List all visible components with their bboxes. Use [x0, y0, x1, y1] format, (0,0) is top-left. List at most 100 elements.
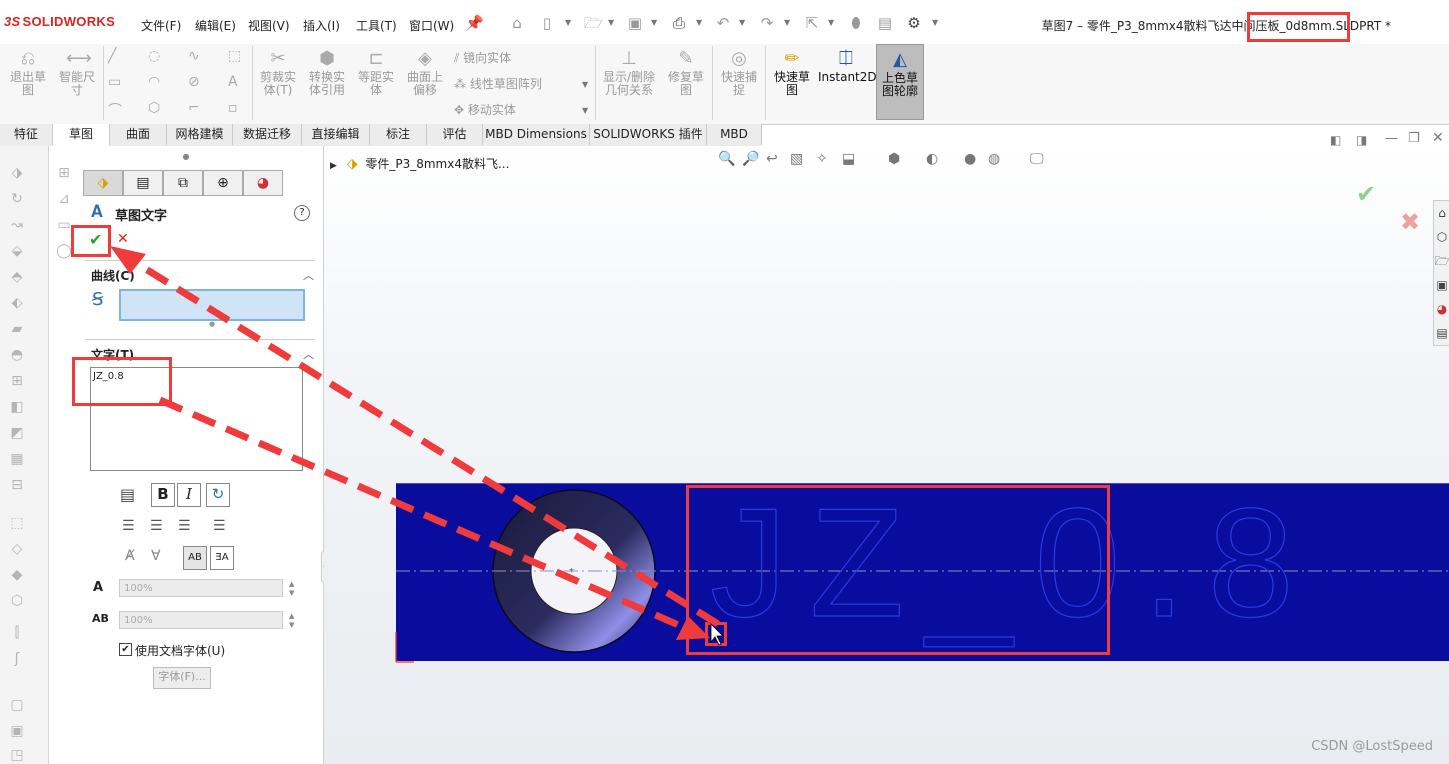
smart-dimension-button[interactable]: ⟷ 智能尺 寸 — [53, 49, 101, 97]
reference-geometry-icon[interactable]: ⬚ — [8, 514, 26, 532]
cut-revolve-icon[interactable]: ▰ — [8, 320, 26, 338]
polygon-icon[interactable]: ⬡ — [148, 100, 160, 116]
open-folder-icon[interactable]: 🗁 — [584, 14, 603, 32]
file-properties-icon[interactable]: ▤ — [876, 14, 894, 32]
justify-icon[interactable]: ☰ — [213, 518, 226, 534]
repair-sketch-button[interactable]: ✎ 修复草 图 — [663, 49, 709, 97]
new-document-icon[interactable]: ▯ — [538, 14, 556, 32]
view-orientation-icon[interactable]: ⬓ — [842, 151, 855, 167]
view-palette-icon[interactable]: ▣ — [1434, 275, 1449, 295]
extrude-icon[interactable]: ⬗ — [8, 164, 26, 182]
select-arrow-icon[interactable]: ⇱ — [803, 14, 821, 32]
line-icon[interactable]: ╱ — [108, 48, 116, 64]
tab-mesh-modeling[interactable]: 网格建模 — [167, 124, 233, 145]
tab-sketch[interactable]: 草图 — [53, 124, 110, 146]
section-view-icon[interactable]: ▧ — [790, 151, 803, 167]
close-icon[interactable]: ✕ — [1432, 130, 1444, 146]
cancel-button[interactable]: ✕ — [117, 231, 129, 247]
spline-icon[interactable]: ∿ — [188, 48, 200, 64]
spin-down-icon[interactable]: ▼ — [289, 621, 294, 629]
section-icon[interactable]: ▣ — [8, 722, 26, 740]
slot-icon[interactable]: ⬚ — [228, 48, 241, 64]
home-icon[interactable]: ⌂ — [508, 14, 526, 32]
feature-tree-flyout[interactable]: ▶ ⬗ 零件_P3_8mmx4散料飞... — [330, 155, 509, 172]
pattern-feature-icon[interactable]: ⊞ — [8, 372, 26, 390]
chevron-down-icon[interactable]: ▼ — [651, 18, 657, 27]
rib-icon[interactable]: ◧ — [8, 398, 26, 416]
mirror-entities-button[interactable]: ⫽ 镜向实体 — [454, 49, 511, 66]
plane-icon[interactable]: ◇ — [8, 540, 26, 558]
italic-button[interactable]: I — [177, 483, 201, 507]
tab-evaluate[interactable]: 评估 — [427, 124, 483, 145]
tile-left-icon[interactable]: ◧ — [1330, 133, 1341, 147]
flip-vertical-down-icon[interactable]: ∀ — [151, 548, 161, 564]
chevron-down-icon[interactable]: ▼ — [739, 18, 745, 27]
zoom-to-area-icon[interactable]: 🔎 — [742, 151, 759, 167]
tab-direct-editing[interactable]: 直接编辑 — [302, 124, 370, 145]
chamfer-icon[interactable]: ⌐ — [188, 100, 200, 116]
linear-pattern-button[interactable]: ⁂ 线性草图阵列 — [454, 75, 542, 92]
chevron-down-icon[interactable]: ▼ — [696, 18, 702, 27]
graphics-area[interactable] — [324, 146, 1449, 764]
rebuild-icon[interactable]: ⬮ — [847, 14, 865, 32]
menu-edit[interactable]: 编辑(E) — [195, 17, 236, 34]
tab-data-migration[interactable]: 数据迁移 — [233, 124, 302, 145]
gear-icon[interactable]: ⚙ — [905, 14, 923, 32]
spin-down-icon[interactable]: ▼ — [289, 589, 294, 597]
loft-icon[interactable]: ⬙ — [8, 242, 26, 260]
chevron-down-icon[interactable]: ▼ — [828, 18, 834, 27]
line-icon[interactable]: ⊿ — [55, 190, 73, 208]
resize-handle[interactable]: ● — [209, 320, 215, 328]
confirm-cancel-icon[interactable]: ✖ — [1400, 208, 1420, 236]
edit-appearance-icon[interactable]: ● — [964, 151, 976, 167]
undo-icon[interactable]: ↶ — [714, 14, 732, 32]
tab-mbd[interactable]: MBD — [707, 124, 762, 145]
draft-icon[interactable]: ◩ — [8, 424, 26, 442]
curve-selection-box[interactable] — [119, 289, 305, 321]
sweep-icon[interactable]: ↝ — [8, 216, 26, 234]
flip-vertical-icon[interactable]: Ⱥ — [125, 548, 135, 564]
tab-features[interactable]: 特征 — [0, 124, 53, 145]
menu-file[interactable]: 文件(F) — [141, 17, 181, 34]
confirm-ok-icon[interactable]: ✔ — [1356, 180, 1376, 208]
quick-snaps-button[interactable]: ◎ 快速捕 捉 — [715, 49, 763, 97]
offset-entities-button[interactable]: ⊏ 等距实 体 — [353, 49, 399, 97]
helix-icon[interactable]: ʃ — [8, 650, 26, 668]
display-delete-relations-button[interactable]: ⊥ 显示/删除 几何关系 — [598, 49, 660, 97]
use-document-font-checkbox[interactable]: ✔ — [119, 643, 132, 656]
trim-entities-button[interactable]: ✂ 剪裁实 体(T) — [255, 49, 301, 97]
rotate-button[interactable]: ↻ — [206, 483, 230, 507]
font-button[interactable]: 字体(F)... — [153, 667, 211, 689]
tab-mbd-dimensions[interactable]: MBD Dimensions — [483, 124, 590, 145]
chevron-down-icon[interactable]: ▼ — [608, 18, 614, 27]
tile-right-icon[interactable]: ◨ — [1356, 133, 1367, 147]
previous-view-icon[interactable]: ↩ — [766, 151, 778, 167]
align-right-icon[interactable]: ☰ — [178, 518, 191, 534]
wrap-icon[interactable]: ⊟ — [8, 476, 26, 494]
collapse-chevron-icon[interactable]: ︿ — [303, 267, 314, 283]
tab-markup[interactable]: 标注 — [370, 124, 427, 145]
rapid-sketch-button[interactable]: ✏ 快速草 图 — [768, 49, 816, 97]
arc-icon[interactable]: ◠ — [148, 74, 160, 90]
tab-solidworks-addins[interactable]: SOLIDWORKS 插件 — [590, 124, 707, 145]
menu-view[interactable]: 视图(V) — [248, 17, 290, 34]
home-icon[interactable]: ⌂ — [1434, 203, 1449, 223]
offset-on-surface-button[interactable]: ◈ 曲面上 偏移 — [402, 49, 448, 97]
view-settings-icon[interactable]: 🖵 — [1030, 151, 1044, 167]
rectangle-icon[interactable]: ▭ — [108, 74, 121, 90]
save-icon[interactable]: ▣ — [626, 14, 644, 32]
configuration-manager-tab[interactable]: ⧉ — [163, 170, 203, 196]
collapse-chevron-icon[interactable]: ︿ — [303, 346, 314, 362]
zoom-to-fit-icon[interactable]: 🔍 — [718, 151, 735, 167]
spin-up-icon[interactable]: ▲ — [289, 580, 294, 588]
property-manager-tab[interactable]: ▤ — [123, 170, 163, 196]
dynamic-annotation-icon[interactable]: ✧ — [816, 151, 828, 167]
convert-entities-button[interactable]: ⬢ 转换实 体引用 — [304, 49, 350, 97]
menu-tools[interactable]: 工具(T) — [356, 17, 397, 34]
menu-insert[interactable]: 插入(I) — [303, 17, 340, 34]
point-icon[interactable]: ▫ — [228, 100, 238, 116]
chevron-down-icon[interactable]: ▼ — [784, 18, 790, 27]
view-icon[interactable]: ◳ — [8, 746, 26, 764]
flip-horizontal-button[interactable]: AB — [183, 546, 207, 570]
panel-grip[interactable]: ● — [49, 152, 323, 161]
